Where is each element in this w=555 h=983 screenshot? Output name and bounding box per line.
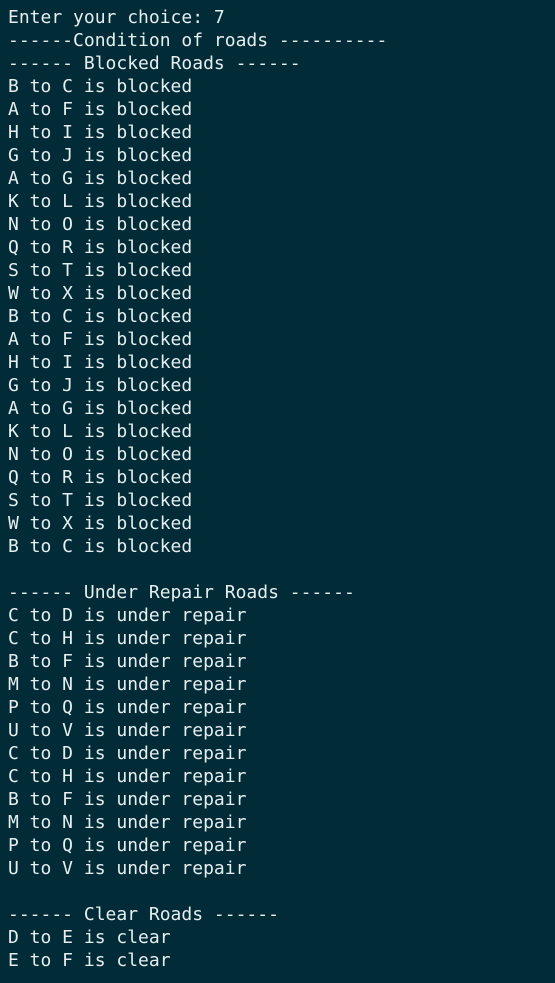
- road-line: C to D is under repair: [8, 605, 247, 626]
- road-line: Q to R is blocked: [8, 237, 193, 258]
- road-line: U to V is under repair: [8, 720, 247, 741]
- road-line: S to T is blocked: [8, 490, 193, 511]
- clear-roads-section: ------ Clear Roads ------ D to E is clea…: [8, 903, 555, 972]
- road-line: A to F is blocked: [8, 329, 193, 350]
- road-line: H to I is blocked: [8, 122, 193, 143]
- road-line: U to V is under repair: [8, 858, 247, 879]
- road-line: B to F is under repair: [8, 789, 247, 810]
- terminal-window[interactable]: Enter your choice: 7 ------Condition of …: [0, 0, 555, 983]
- road-line: A to F is blocked: [8, 99, 193, 120]
- road-line: M to N is under repair: [8, 812, 247, 833]
- road-line: B to C is blocked: [8, 536, 193, 557]
- road-line: K to L is blocked: [8, 191, 193, 212]
- road-line: N to O is blocked: [8, 444, 193, 465]
- road-line: G to J is blocked: [8, 375, 193, 396]
- road-line: A to G is blocked: [8, 398, 193, 419]
- road-line: G to J is blocked: [8, 145, 193, 166]
- road-line: S to T is blocked: [8, 260, 193, 281]
- road-line: W to X is blocked: [8, 283, 193, 304]
- road-line: D to E is clear: [8, 927, 171, 948]
- blocked-roads-section: ------ Blocked Roads ------ B to C is bl…: [8, 52, 555, 558]
- road-line: P to Q is under repair: [8, 835, 247, 856]
- road-line: N to O is blocked: [8, 214, 193, 235]
- road-line: B to C is blocked: [8, 76, 193, 97]
- road-line: C to H is under repair: [8, 628, 247, 649]
- road-line: M to N is under repair: [8, 674, 247, 695]
- road-line: P to Q is under repair: [8, 697, 247, 718]
- road-line: H to I is blocked: [8, 352, 193, 373]
- road-line: B to C is blocked: [8, 306, 193, 327]
- section-title-clear: ------ Clear Roads ------: [8, 904, 279, 925]
- road-line: W to X is blocked: [8, 513, 193, 534]
- road-line: E to F is clear: [8, 950, 171, 971]
- condition-header: ------Condition of roads ----------: [8, 30, 388, 51]
- road-line: B to F is under repair: [8, 651, 247, 672]
- section-title-blocked: ------ Blocked Roads ------: [8, 53, 301, 74]
- prompt-line: Enter your choice: 7: [8, 7, 225, 28]
- road-line: A to G is blocked: [8, 168, 193, 189]
- road-line: K to L is blocked: [8, 421, 193, 442]
- under-repair-roads-section: ------ Under Repair Roads ------ C to D …: [8, 581, 555, 880]
- road-line: C to D is under repair: [8, 743, 247, 764]
- road-line: Q to R is blocked: [8, 467, 193, 488]
- section-title-under-repair: ------ Under Repair Roads ------: [8, 582, 355, 603]
- road-line: C to H is under repair: [8, 766, 247, 787]
